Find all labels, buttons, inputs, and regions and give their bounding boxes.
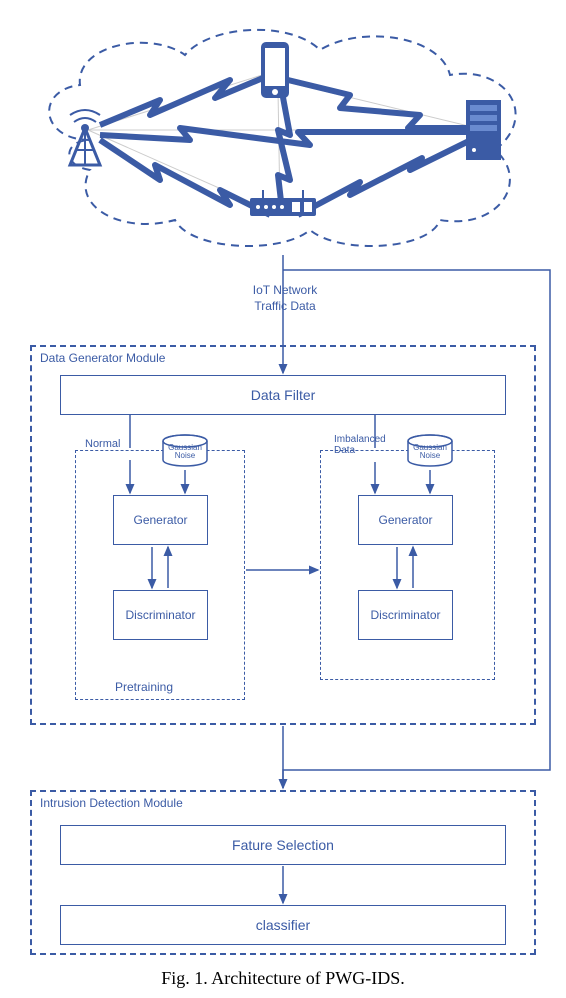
- pretraining-label: Pretraining: [115, 680, 173, 694]
- gaussian-noise-right: GaussianNoise: [405, 434, 455, 469]
- antenna-icon: [60, 100, 110, 175]
- cloud-network: [30, 20, 536, 255]
- data-generator-title: Data Generator Module: [40, 351, 165, 365]
- discriminator-left: Discriminator: [113, 590, 208, 640]
- server-icon: [461, 95, 506, 170]
- feature-selection-label: Fature Selection: [232, 837, 334, 853]
- figure-caption: Fig. 1. Architecture of PWG-IDS.: [0, 968, 566, 989]
- traffic-label: IoT NetworkTraffic Data: [230, 283, 340, 314]
- pretraining-gan-box: [75, 450, 245, 700]
- generator-right: Generator: [358, 495, 453, 545]
- router-icon: [248, 190, 318, 225]
- feature-selection-box: Fature Selection: [60, 825, 506, 865]
- main-gan-box: [320, 450, 495, 680]
- imbalanced-label: ImbalancedData: [334, 434, 386, 456]
- normal-label: Normal: [85, 438, 120, 450]
- classifier-label: classifier: [256, 917, 310, 933]
- classifier-box: classifier: [60, 905, 506, 945]
- data-filter-box: Data Filter: [60, 375, 506, 415]
- intrusion-title: Intrusion Detection Module: [40, 796, 183, 810]
- discriminator-right: Discriminator: [358, 590, 453, 640]
- generator-left: Generator: [113, 495, 208, 545]
- gaussian-noise-left: GaussianNoise: [160, 434, 210, 469]
- data-filter-label: Data Filter: [251, 387, 316, 403]
- smartphone-icon: [255, 40, 295, 105]
